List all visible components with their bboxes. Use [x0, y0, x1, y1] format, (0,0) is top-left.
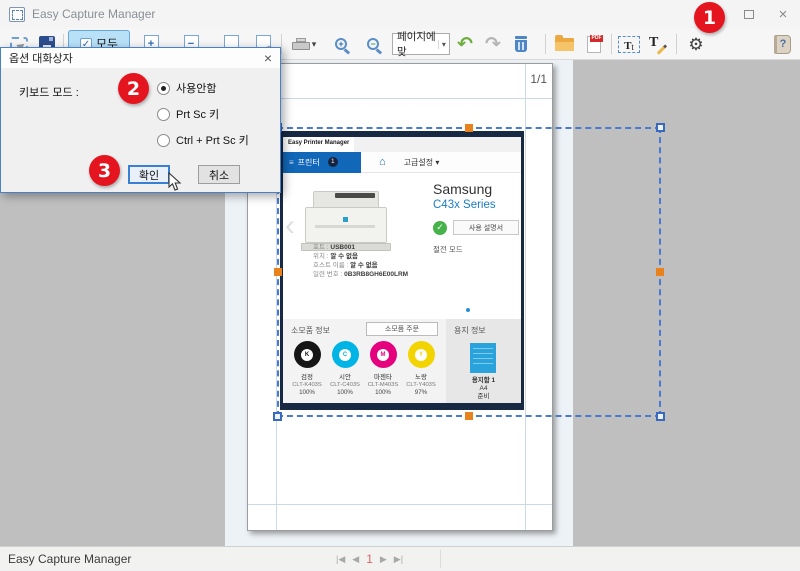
zoom-out-button[interactable]: − [360, 31, 386, 57]
delete-button[interactable] [508, 31, 534, 57]
open-folder-button[interactable] [551, 31, 577, 57]
radio-label: Prt Sc 키 [176, 109, 220, 121]
options-dialog: 옵션 대화상자 × 키보드 모드 : 사용안함 Prt Sc 키 Ctrl + … [0, 47, 281, 193]
printer-icon [291, 37, 310, 51]
annotation-badge-1: 1 [694, 2, 725, 33]
window-controls: × [732, 0, 800, 28]
maximize-button[interactable] [732, 0, 766, 28]
help-icon: ? [773, 34, 791, 54]
selection-handle-bottom-right[interactable] [656, 412, 665, 421]
close-icon: × [778, 5, 788, 23]
selection-handle-right-middle[interactable] [656, 268, 664, 276]
text-select-icon: Tt [618, 35, 640, 53]
toolbar-separator [281, 34, 282, 54]
radio-label: Ctrl + Prt Sc 키 [176, 135, 249, 147]
margin-guide-bottom [248, 504, 552, 505]
pdf-icon: PDF [587, 34, 603, 53]
settings-button[interactable]: ⚙ [683, 31, 709, 57]
radio-icon [157, 107, 170, 121]
text-edit-button[interactable]: T [645, 31, 671, 57]
radio-icon [157, 81, 170, 95]
folder-icon [554, 34, 574, 51]
dialog-title: 옵션 대화상자 [9, 53, 73, 65]
trash-icon [514, 36, 528, 52]
annotation-badge-3: 3 [89, 155, 120, 186]
text-edit-icon: T [648, 35, 668, 55]
next-page-button[interactable]: ▶ [380, 554, 387, 565]
current-page: 1 [366, 552, 373, 566]
toolbar-separator [611, 34, 612, 54]
toolbar-separator [545, 34, 546, 54]
fit-select-value: 페이지에 맞 [397, 31, 436, 58]
selection-handle-bottom-left[interactable] [273, 412, 282, 421]
selection-handle-bottom-middle[interactable] [465, 412, 473, 420]
titlebar: Easy Capture Manager × [0, 0, 800, 28]
selection-rectangle[interactable] [273, 123, 665, 421]
text-select-button[interactable]: Tt [616, 31, 642, 57]
fit-select[interactable]: 페이지에 맞 ▾ [392, 31, 450, 58]
radio-label: 사용안함 [176, 83, 217, 95]
mouse-cursor [168, 172, 182, 191]
app-window: Easy Capture Manager × ✓ 모두 + − ⚙ ▾ + − … [0, 0, 800, 570]
window-title: Easy Capture Manager [32, 7, 156, 21]
dialog-close-button[interactable]: × [264, 51, 272, 65]
margin-guide-top [248, 98, 552, 99]
zoom-in-icon: + [335, 38, 347, 50]
help-button[interactable]: ? [769, 31, 795, 57]
radio-option-ctrl-prtsc[interactable]: Ctrl + Prt Sc 키 [157, 132, 249, 148]
keyboard-mode-label: 키보드 모드 : [19, 87, 79, 99]
toolbar-separator [676, 34, 677, 54]
export-pdf-button[interactable]: PDF [581, 31, 607, 57]
statusbar: Easy Capture Manager |◀ ◀ 1 ▶ ▶| [0, 546, 800, 570]
status-text: Easy Capture Manager [8, 551, 132, 566]
radio-option-prtsc[interactable]: Prt Sc 키 [157, 106, 219, 122]
printer-caret-icon: ▾ [311, 38, 317, 49]
statusbar-separator [440, 550, 441, 568]
prev-page-button[interactable]: ◀ [352, 554, 359, 565]
page-navigation: |◀ ◀ 1 ▶ ▶| [336, 547, 403, 571]
dialog-titlebar: 옵션 대화상자 × [1, 48, 280, 68]
radio-option-disabled[interactable]: 사용안함 [157, 80, 216, 96]
redo-button[interactable]: ↷ [480, 31, 506, 57]
chevron-down-icon: ▾ [437, 39, 449, 49]
ok-button[interactable]: 확인 [128, 165, 170, 184]
last-page-button[interactable]: ▶| [394, 554, 403, 565]
zoom-out-icon: − [367, 38, 379, 50]
app-icon [9, 6, 25, 22]
gear-icon: ⚙ [688, 34, 704, 54]
annotation-badge-2: 2 [118, 73, 149, 104]
close-button[interactable]: × [766, 0, 800, 28]
cancel-button[interactable]: 취소 [198, 165, 240, 184]
selection-handle-top-middle[interactable] [465, 124, 473, 132]
page-indicator: 1/1 [530, 72, 547, 86]
radio-icon [157, 133, 170, 147]
maximize-icon [744, 9, 754, 19]
selection-handle-left-middle[interactable] [274, 268, 282, 276]
undo-icon: ↶ [457, 33, 473, 55]
first-page-button[interactable]: |◀ [336, 554, 345, 565]
redo-icon: ↷ [485, 33, 501, 55]
print-button[interactable]: ▾ [286, 31, 322, 57]
undo-button[interactable]: ↶ [452, 31, 478, 57]
zoom-in-button[interactable]: + [328, 31, 354, 57]
selection-handle-top-right[interactable] [656, 123, 665, 132]
